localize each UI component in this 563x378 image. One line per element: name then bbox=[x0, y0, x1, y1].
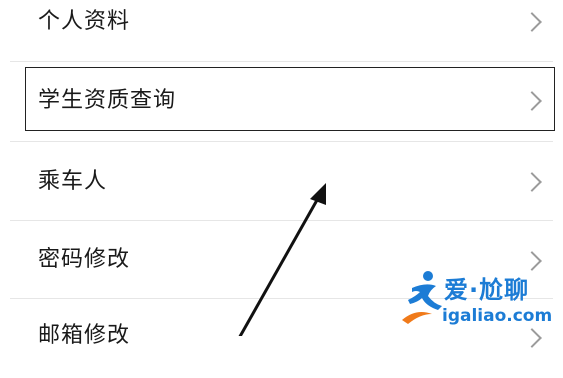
menu-item-label: 乘车人 bbox=[38, 169, 108, 194]
chevron-right-icon bbox=[522, 172, 542, 192]
menu-item-label: 邮箱修改 bbox=[38, 323, 131, 348]
menu-item-label: 密码修改 bbox=[38, 247, 131, 272]
watermark-url: igaliao.com bbox=[442, 306, 553, 326]
menu-item-label: 个人资料 bbox=[38, 9, 131, 34]
highlight-box bbox=[25, 67, 555, 131]
watermark: 爱·尬聊 igaliao.com bbox=[398, 268, 558, 330]
chevron-right-icon bbox=[522, 12, 542, 32]
menu-item-passengers[interactable]: 乘车人 bbox=[0, 142, 563, 221]
watermark-title: 爱·尬聊 bbox=[444, 276, 530, 304]
runner-logo-icon bbox=[402, 271, 442, 324]
chevron-right-icon bbox=[522, 328, 542, 348]
menu-item-profile[interactable]: 个人资料 bbox=[0, 0, 563, 61]
